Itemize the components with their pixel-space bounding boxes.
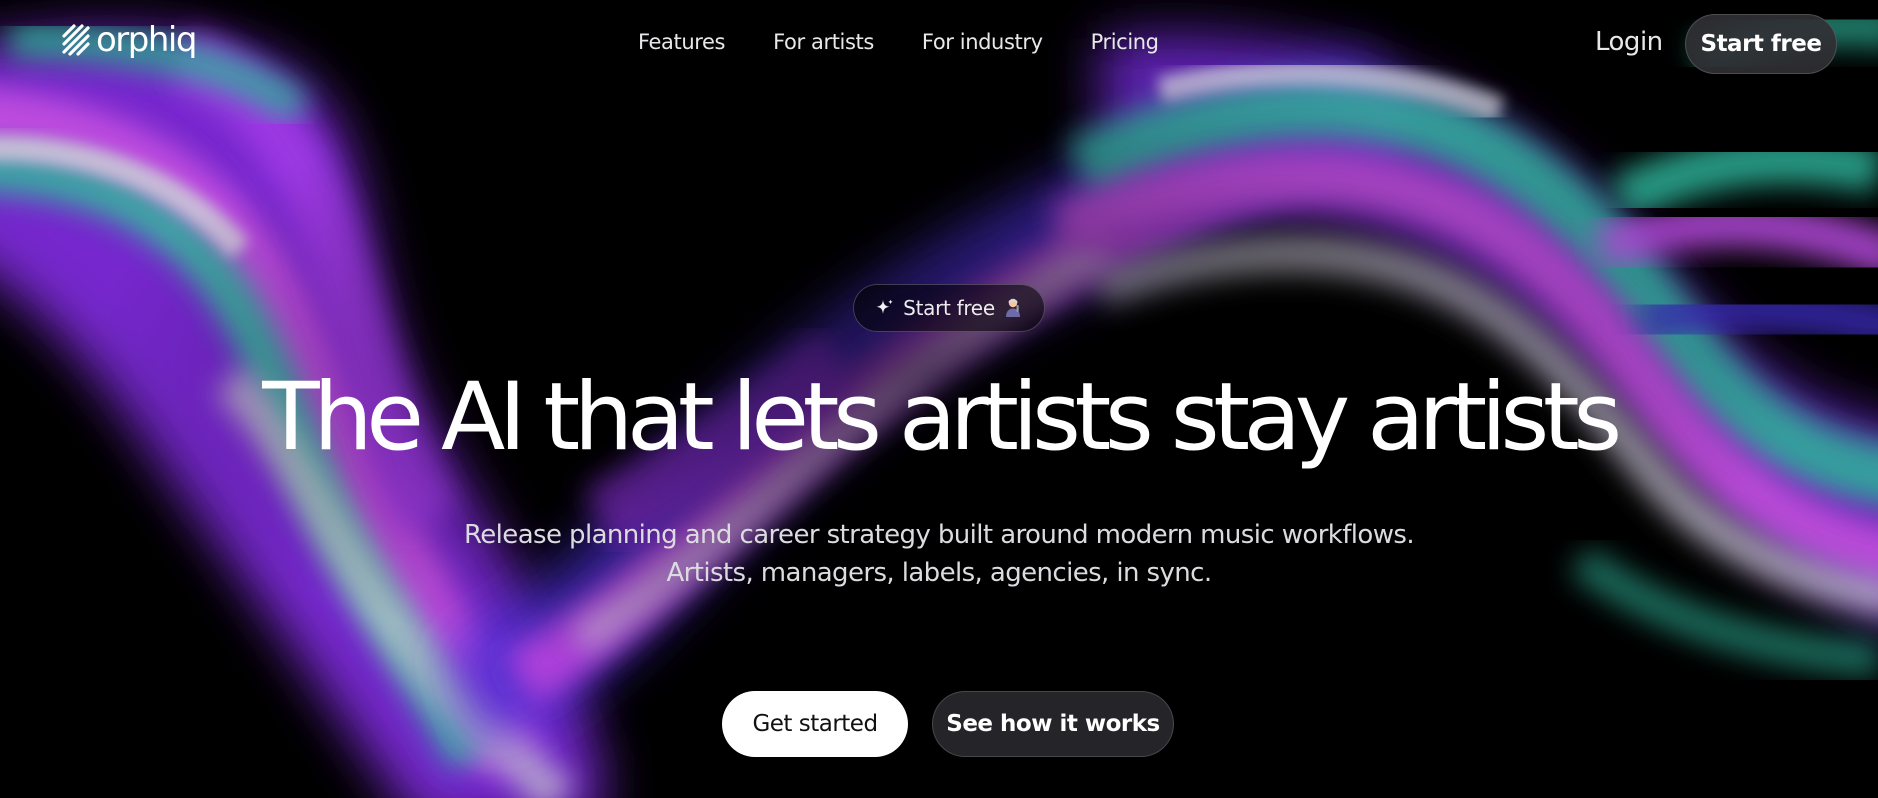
hero-subtitle: Release planning and career strategy bui… — [0, 516, 1878, 592]
hero-subtitle-line-2: Artists, managers, labels, agencies, in … — [666, 558, 1212, 588]
hero-headline: The AI that lets artists stay artists — [262, 363, 1622, 472]
main-nav: Features For artists For industry Pricin… — [638, 28, 1159, 56]
nav-link-for-artists[interactable]: For artists — [773, 28, 874, 56]
brand-logo[interactable]: orphiq — [60, 20, 197, 60]
brand-name: orphiq — [96, 20, 197, 60]
hero-section: Start free The AI that lets artists stay… — [0, 0, 1878, 798]
nav-link-for-industry[interactable]: For industry — [922, 28, 1043, 56]
nav-link-pricing[interactable]: Pricing — [1091, 28, 1159, 56]
landing-page: orphiq Features For artists For industry… — [0, 0, 1878, 798]
sparkle-icon — [876, 299, 893, 314]
artist-emoji-icon — [1005, 298, 1020, 317]
nav-link-features[interactable]: Features — [638, 28, 726, 56]
start-free-pill[interactable]: Start free — [853, 284, 1045, 332]
login-link[interactable]: Login — [1595, 25, 1663, 59]
pill-label: Start free — [903, 296, 995, 320]
hero-actions: Get started See how it works — [722, 691, 1174, 757]
see-how-it-works-button[interactable]: See how it works — [932, 691, 1174, 757]
hero-subtitle-line-1: Release planning and career strategy bui… — [463, 520, 1415, 550]
site-header: orphiq Features For artists For industry… — [0, 0, 1878, 84]
start-free-button[interactable]: Start free — [1685, 14, 1837, 74]
orphiq-logo-icon — [62, 24, 90, 56]
get-started-button[interactable]: Get started — [722, 691, 908, 757]
